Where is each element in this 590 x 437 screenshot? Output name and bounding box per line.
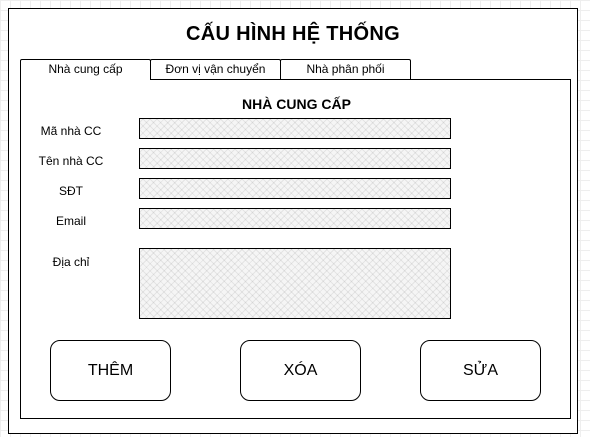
delete-button[interactable]: XÓA [240, 340, 361, 401]
phone-label: SĐT [59, 184, 83, 198]
tab-distributor[interactable]: Nhà phân phối [280, 59, 411, 79]
address-textarea[interactable] [139, 248, 451, 319]
page-title: CẤU HÌNH HỆ THỐNG [186, 23, 400, 45]
tab-supplier[interactable]: Nhà cung cấp [20, 59, 151, 80]
system-config-window: CẤU HÌNH HỆ THỐNG Nhà cung cấp Đơn vị vậ… [8, 8, 578, 434]
section-title: NHÀ CUNG CẤP [242, 96, 351, 112]
address-label: Địa chỉ [52, 255, 90, 269]
supplier-name-input[interactable] [139, 148, 451, 169]
supplier-code-input[interactable] [139, 118, 451, 139]
supplier-code-label: Mã nhà CC [40, 124, 102, 138]
email-label: Email [55, 214, 86, 228]
supplier-panel: NHÀ CUNG CẤP Mã nhà CC Tên nhà CC SĐT Em… [20, 79, 571, 419]
phone-input[interactable] [139, 178, 451, 199]
tab-shipping-unit[interactable]: Đơn vị vận chuyển [150, 59, 281, 79]
edit-button[interactable]: SỬA [420, 340, 541, 401]
add-button[interactable]: THÊM [50, 340, 171, 401]
email-input[interactable] [139, 208, 451, 229]
supplier-name-label: Tên nhà CC [38, 154, 104, 168]
